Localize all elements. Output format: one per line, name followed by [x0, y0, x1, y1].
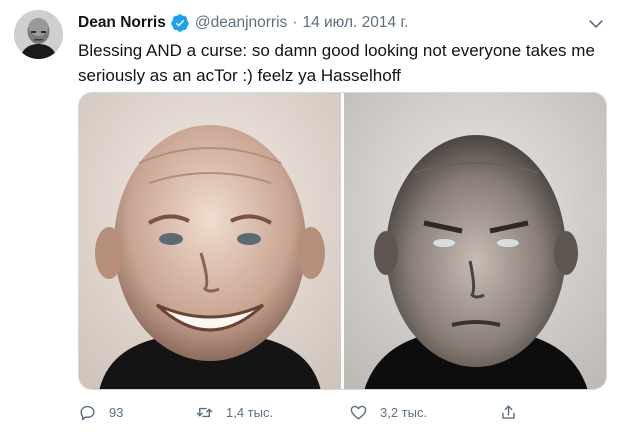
more-options-button[interactable]: [584, 12, 608, 36]
avatar-image: [14, 10, 63, 59]
like-button[interactable]: 3,2 тыс.: [349, 398, 427, 426]
reply-icon: [80, 405, 95, 420]
tweet-text-line-2: seriously as an acTor :) feelz ya Hassel…: [78, 66, 401, 85]
photo-serious-portrait[interactable]: [344, 93, 606, 389]
tweet-date[interactable]: 14 июл. 2014 г.: [302, 14, 408, 32]
reply-count: 93: [109, 404, 124, 420]
chevron-down-icon: [589, 20, 603, 28]
like-count: 3,2 тыс.: [380, 404, 428, 420]
tweet: Dean Norris @deanjnorris · 14 июл. 2014 …: [0, 0, 620, 435]
heart-icon: [350, 405, 367, 420]
tweet-media: [78, 92, 607, 390]
retweet-count: 1,4 тыс.: [226, 404, 274, 420]
tweet-header: Dean Norris @deanjnorris · 14 июл. 2014 …: [78, 12, 408, 34]
avatar[interactable]: [14, 10, 63, 59]
retweet-button[interactable]: 1,4 тыс.: [195, 398, 273, 426]
verified-badge-icon: [170, 13, 190, 33]
photo-smiling-portrait[interactable]: [79, 93, 341, 389]
share-icon: [502, 404, 515, 419]
retweet-icon: [196, 407, 213, 417]
author-handle[interactable]: @deanjnorris: [195, 14, 287, 32]
author-name[interactable]: Dean Norris: [78, 14, 166, 32]
header-separator: ·: [292, 14, 298, 31]
tweet-actions: 93 1,4 тыс. 3,2 тыс.: [78, 398, 538, 426]
tweet-text: Blessing AND a curse: so damn good looki…: [78, 38, 598, 88]
tweet-text-line-1: Blessing AND a curse: so damn good looki…: [78, 41, 595, 60]
share-button[interactable]: [499, 398, 518, 426]
reply-button[interactable]: 93: [78, 398, 123, 426]
